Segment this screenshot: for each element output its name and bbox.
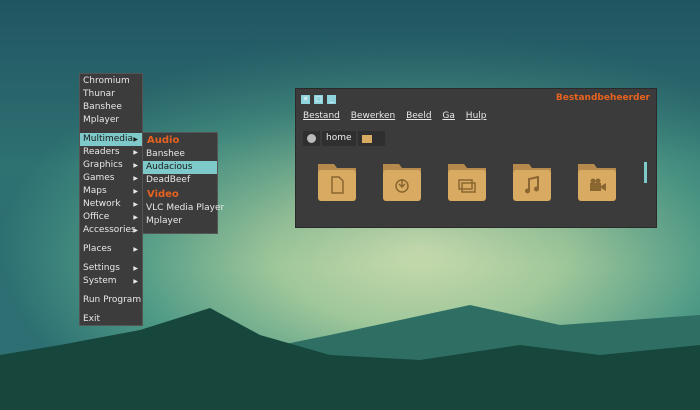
menu-item-games[interactable]: Games ▶ — [80, 172, 142, 185]
music-icon — [513, 164, 551, 201]
chevron-right-icon: ▶ — [133, 278, 138, 285]
menu-ga[interactable]: Ga — [442, 111, 455, 121]
path-home-button[interactable]: home — [322, 131, 356, 146]
menu-item-network[interactable]: Network ▶ — [80, 198, 142, 211]
scrollbar[interactable] — [644, 162, 647, 183]
chevron-right-icon: ▶ — [133, 162, 138, 169]
menu-item-run-program[interactable]: Run Program — [80, 294, 142, 307]
multimedia-submenu: Audio Banshee Audacious DeadBeef Video V… — [142, 132, 224, 234]
menu-item-exit[interactable]: Exit — [80, 313, 142, 326]
chevron-right-icon: ▶ — [133, 201, 138, 208]
submenu-item-deadbeef[interactable]: DeadBeef — [143, 174, 217, 187]
chevron-right-icon: ▶ — [133, 265, 138, 272]
chevron-right-icon: ▶ — [133, 214, 138, 221]
menu-bewerken[interactable]: Bewerken — [351, 111, 395, 121]
menu-item-office[interactable]: Office ▶ — [80, 211, 142, 224]
chevron-right-icon: ▶ — [133, 149, 138, 156]
menubar: Bestand Bewerken Beeld Ga Hulp — [303, 111, 494, 121]
chevron-right-icon: ▶ — [133, 227, 138, 234]
chevron-right-icon: ▶ — [133, 175, 138, 182]
audio-header: Audio — [147, 135, 180, 146]
maximize-button[interactable]: □ — [314, 95, 323, 104]
menu-beeld[interactable]: Beeld — [406, 111, 431, 121]
menu-item-multimedia[interactable]: Multimedia ▶ — [80, 133, 142, 146]
submenu-item-banshee[interactable]: Banshee — [143, 148, 217, 161]
folder-item[interactable] — [447, 160, 487, 202]
path-bar: home — [303, 131, 385, 146]
menu-bestand[interactable]: Bestand — [303, 111, 340, 121]
submenu-item-vlc[interactable]: VLC Media Player — [143, 202, 224, 215]
menu-item-system[interactable]: System ▶ — [80, 275, 142, 288]
folder-item[interactable] — [577, 160, 617, 202]
menu-item-mplayer[interactable]: Mplayer — [80, 114, 142, 127]
folder-item[interactable] — [512, 160, 552, 202]
drive-icon[interactable] — [303, 131, 320, 146]
downloads-icon — [383, 164, 421, 201]
menu-item-maps[interactable]: Maps ▶ — [80, 185, 142, 198]
minimize-button[interactable]: _ — [327, 95, 336, 104]
menu-item-thunar[interactable]: Thunar — [80, 88, 142, 101]
menu-item-places[interactable]: Places ▶ — [80, 243, 142, 256]
folder-item[interactable] — [317, 160, 357, 202]
video-header: Video — [147, 189, 179, 200]
documents-icon — [318, 164, 356, 201]
menu-item-chromium[interactable]: Chromium — [80, 75, 142, 88]
file-manager-window: ✕ □ _ Bestandbeheerder Bestand Bewerken … — [295, 88, 657, 228]
menu-item-accessories[interactable]: Accessories ▶ — [80, 224, 142, 237]
menu-hulp[interactable]: Hulp — [466, 111, 487, 121]
submenu-item-mplayer[interactable]: Mplayer — [143, 215, 217, 228]
close-button[interactable]: ✕ — [301, 95, 310, 104]
window-title: Bestandbeheerder — [555, 93, 650, 103]
menu-item-banshee[interactable]: Banshee — [80, 101, 142, 114]
menu-item-readers[interactable]: Readers ▶ — [80, 146, 142, 159]
videos-icon — [578, 164, 616, 201]
pictures-icon — [448, 164, 486, 201]
menu-item-graphics[interactable]: Graphics ▶ — [80, 159, 142, 172]
menu-item-settings[interactable]: Settings ▶ — [80, 262, 142, 275]
chevron-right-icon: ▶ — [133, 188, 138, 195]
submenu-item-audacious[interactable]: Audacious — [143, 161, 217, 174]
chevron-right-icon: ▶ — [133, 246, 138, 253]
folder-path-button[interactable] — [357, 131, 385, 146]
folder-item[interactable] — [382, 160, 422, 202]
root-menu: Chromium Thunar Banshee Mplayer Multimed… — [79, 73, 143, 326]
chevron-right-icon: ▶ — [133, 136, 138, 143]
